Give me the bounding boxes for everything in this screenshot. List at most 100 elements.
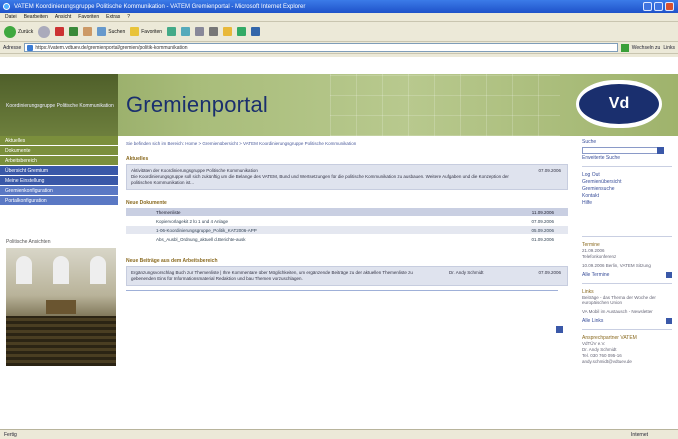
favorites-button[interactable]: Favoriten bbox=[130, 27, 162, 36]
termin-item[interactable]: 10.09.2006 Berlin, VATEM Sitzung bbox=[582, 263, 672, 269]
close-button[interactable] bbox=[665, 2, 674, 11]
work-date: 07.09.2006 bbox=[538, 270, 561, 276]
nav-item-aktuelles[interactable]: Aktuelles bbox=[0, 136, 118, 146]
go-button[interactable]: Wechseln zu bbox=[632, 45, 661, 51]
doc-name[interactable]: Themenliste bbox=[156, 210, 181, 215]
ie-icon bbox=[3, 3, 10, 10]
logout-link[interactable]: Log Out bbox=[582, 172, 672, 178]
news-text: Aktivitäten der Koordinierungsgruppe Pol… bbox=[131, 168, 509, 186]
go-icon[interactable] bbox=[620, 43, 629, 52]
messenger-icon[interactable] bbox=[237, 27, 247, 36]
work-heading: Neue Beiträge aus dem Arbeitsbereich bbox=[126, 258, 218, 265]
divider bbox=[582, 166, 672, 167]
address-label: Adresse bbox=[3, 44, 22, 51]
work-box[interactable]: Ergänzungsvorschlag Buch zur Themenliste… bbox=[126, 266, 568, 287]
brand-text: Koordinierungsgruppe Politische Kommunik… bbox=[6, 103, 114, 109]
brand-box: Koordinierungsgruppe Politische Kommunik… bbox=[0, 74, 118, 136]
hilfe-link[interactable]: Hilfe bbox=[582, 200, 672, 206]
doc-name[interactable]: Abs_Ausbl_Ordnung_aktuell d.Berichte-aus… bbox=[156, 237, 246, 242]
link-item[interactable]: VA Mobil im Austausch - Newsletter bbox=[582, 309, 672, 315]
gremienuebersicht-link[interactable]: Gremienübersicht bbox=[582, 179, 672, 185]
search-label: Suche bbox=[582, 139, 597, 145]
photo-window bbox=[90, 256, 106, 284]
docs-heading: Neue Dokumente bbox=[126, 200, 167, 207]
all-links[interactable]: Alle Links bbox=[582, 318, 672, 325]
work-author: Dr. Andy Schmidt bbox=[449, 270, 484, 276]
menu-view[interactable]: Ansicht bbox=[55, 14, 71, 20]
window-controls bbox=[643, 2, 674, 11]
gremiensuche-link[interactable]: Gremiensuche bbox=[582, 186, 672, 192]
breadcrumb: Sie befinden sich im Bereich: Home > Gre… bbox=[126, 141, 357, 146]
folder-icon[interactable] bbox=[223, 27, 233, 36]
status-text: Fertig bbox=[4, 431, 17, 438]
star-icon bbox=[130, 27, 140, 36]
photo-window bbox=[16, 256, 32, 284]
doc-name[interactable]: 1-06-Koordinierungsgruppe_Politik_KAT200… bbox=[156, 228, 257, 233]
contact-email[interactable]: andy.schmidt@vdtuev.de bbox=[582, 359, 672, 365]
page-icon bbox=[27, 45, 34, 51]
nav-item-dokumente[interactable]: Dokumente bbox=[0, 146, 118, 156]
arrow-icon bbox=[666, 318, 672, 325]
nav-item-portalkonfiguration[interactable]: Portalkonfiguration bbox=[0, 196, 118, 206]
search-button[interactable]: Suchen bbox=[97, 27, 125, 36]
mail-icon[interactable] bbox=[195, 27, 205, 36]
photo-benches bbox=[6, 316, 116, 366]
table-row[interactable]: Themenliste 11.09.2006 bbox=[126, 208, 568, 218]
zone-text: Internet bbox=[631, 431, 648, 438]
research-icon[interactable] bbox=[251, 27, 261, 36]
home-icon[interactable] bbox=[83, 27, 93, 36]
scroll-up-icon[interactable] bbox=[556, 326, 563, 333]
search-input[interactable] bbox=[582, 147, 664, 154]
title-bar: VATEM Koordinierungsgruppe Politische Ko… bbox=[0, 0, 678, 13]
nav-item-arbeitsbereich[interactable]: Arbeitsbereich bbox=[0, 156, 118, 166]
advanced-search-link[interactable]: Erweiterte Suche bbox=[582, 155, 672, 161]
doc-name[interactable]: Kopiervorlagekit 2 lü 1 und 4 Anlage bbox=[156, 219, 228, 224]
status-bar: Fertig Internet bbox=[0, 429, 678, 439]
doc-date: 05.09.2006 bbox=[531, 227, 554, 233]
print-icon[interactable] bbox=[209, 27, 219, 36]
side-image-label: Politische Ansichten bbox=[6, 239, 51, 245]
kontakt-link[interactable]: Kontakt bbox=[582, 193, 672, 199]
docs-table: Themenliste 11.09.2006 Kopiervorlagekit 2… bbox=[126, 208, 568, 245]
news-box[interactable]: Aktivitäten der Koordinierungsgruppe Pol… bbox=[126, 164, 568, 191]
right-column: Suche Erweiterte Suche Log Out Gremienüb… bbox=[582, 137, 672, 364]
table-row[interactable]: Kopiervorlagekit 2 lü 1 und 4 Anlage 07.0… bbox=[126, 217, 568, 227]
termin-title[interactable]: Telefonkonferenz bbox=[582, 254, 672, 260]
table-row[interactable]: 1-06-Koordinierungsgruppe_Politik_KAT200… bbox=[126, 226, 568, 236]
nav-item-uebersicht[interactable]: Übersicht Gremium bbox=[0, 166, 118, 176]
nav-item-gremienkonfiguration[interactable]: Gremienkonfiguration bbox=[0, 186, 118, 196]
refresh-icon[interactable] bbox=[69, 27, 79, 36]
menu-file[interactable]: Datei bbox=[5, 14, 17, 20]
web-page: Koordinierungsgruppe Politische Kommunik… bbox=[0, 57, 678, 429]
menu-favorites[interactable]: Favoriten bbox=[78, 14, 99, 20]
history-icon[interactable] bbox=[181, 27, 191, 36]
back-button[interactable]: Zurück bbox=[4, 25, 33, 38]
all-termine[interactable]: Alle Termine bbox=[582, 271, 672, 278]
address-bar: Adresse https://vatem.vdtuev.de/gremienp… bbox=[0, 42, 678, 54]
maximize-button[interactable] bbox=[654, 2, 663, 11]
menu-help[interactable]: ? bbox=[127, 14, 130, 20]
nav-item-einstellung[interactable]: Meine Einstellung bbox=[0, 176, 118, 186]
back-icon bbox=[4, 25, 16, 38]
link-item[interactable]: Beiträge - das Thema der Woche der europ… bbox=[582, 295, 672, 307]
menu-tools[interactable]: Extras bbox=[106, 14, 120, 20]
minimize-button[interactable] bbox=[643, 2, 652, 11]
address-input[interactable]: https://vatem.vdtuev.de/gremienportal/gr… bbox=[24, 43, 618, 52]
work-text: Ergänzungsvorschlag Buch zur Themenliste… bbox=[131, 270, 413, 282]
side-navigation: Aktuelles Dokumente Arbeitsbereich Übers… bbox=[0, 136, 118, 206]
menu-edit[interactable]: Bearbeiten bbox=[24, 14, 48, 20]
arrow-icon bbox=[666, 271, 672, 278]
doc-date: 01.09.2006 bbox=[531, 236, 554, 242]
toolbar: Zurück Suchen Favoriten bbox=[0, 22, 678, 42]
menu-bar: Datei Bearbeiten Ansicht Favoriten Extra… bbox=[0, 13, 678, 22]
stop-icon[interactable] bbox=[55, 27, 65, 36]
vdtuev-logo[interactable]: Vd bbox=[576, 80, 662, 128]
content-divider bbox=[126, 290, 558, 292]
media-icon[interactable] bbox=[167, 27, 177, 36]
links-button[interactable]: Links bbox=[663, 45, 675, 51]
banner-grid bbox=[330, 74, 560, 136]
table-row[interactable]: Abs_Ausbl_Ordnung_aktuell d.Berichte-aus… bbox=[126, 235, 568, 245]
forward-icon[interactable] bbox=[38, 25, 51, 38]
news-heading: Aktuelles bbox=[126, 156, 149, 162]
search-go-icon[interactable] bbox=[657, 147, 664, 154]
